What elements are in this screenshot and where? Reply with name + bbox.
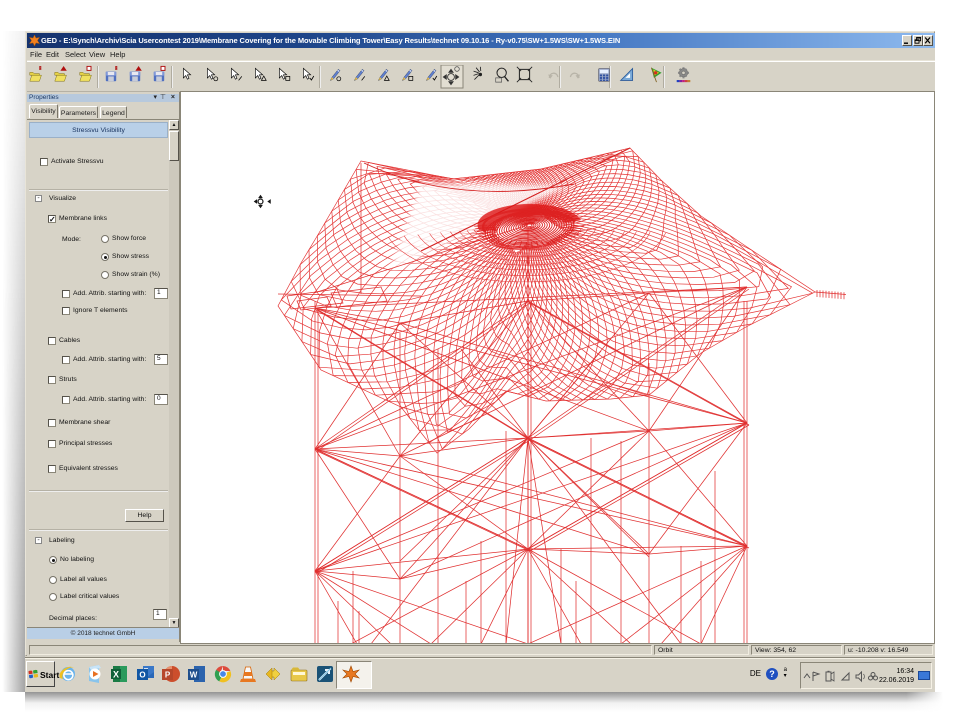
svg-text:W: W (190, 671, 198, 680)
svg-text:O: O (139, 671, 145, 680)
svg-text:P: P (165, 671, 171, 680)
svg-text:X: X (113, 670, 119, 680)
